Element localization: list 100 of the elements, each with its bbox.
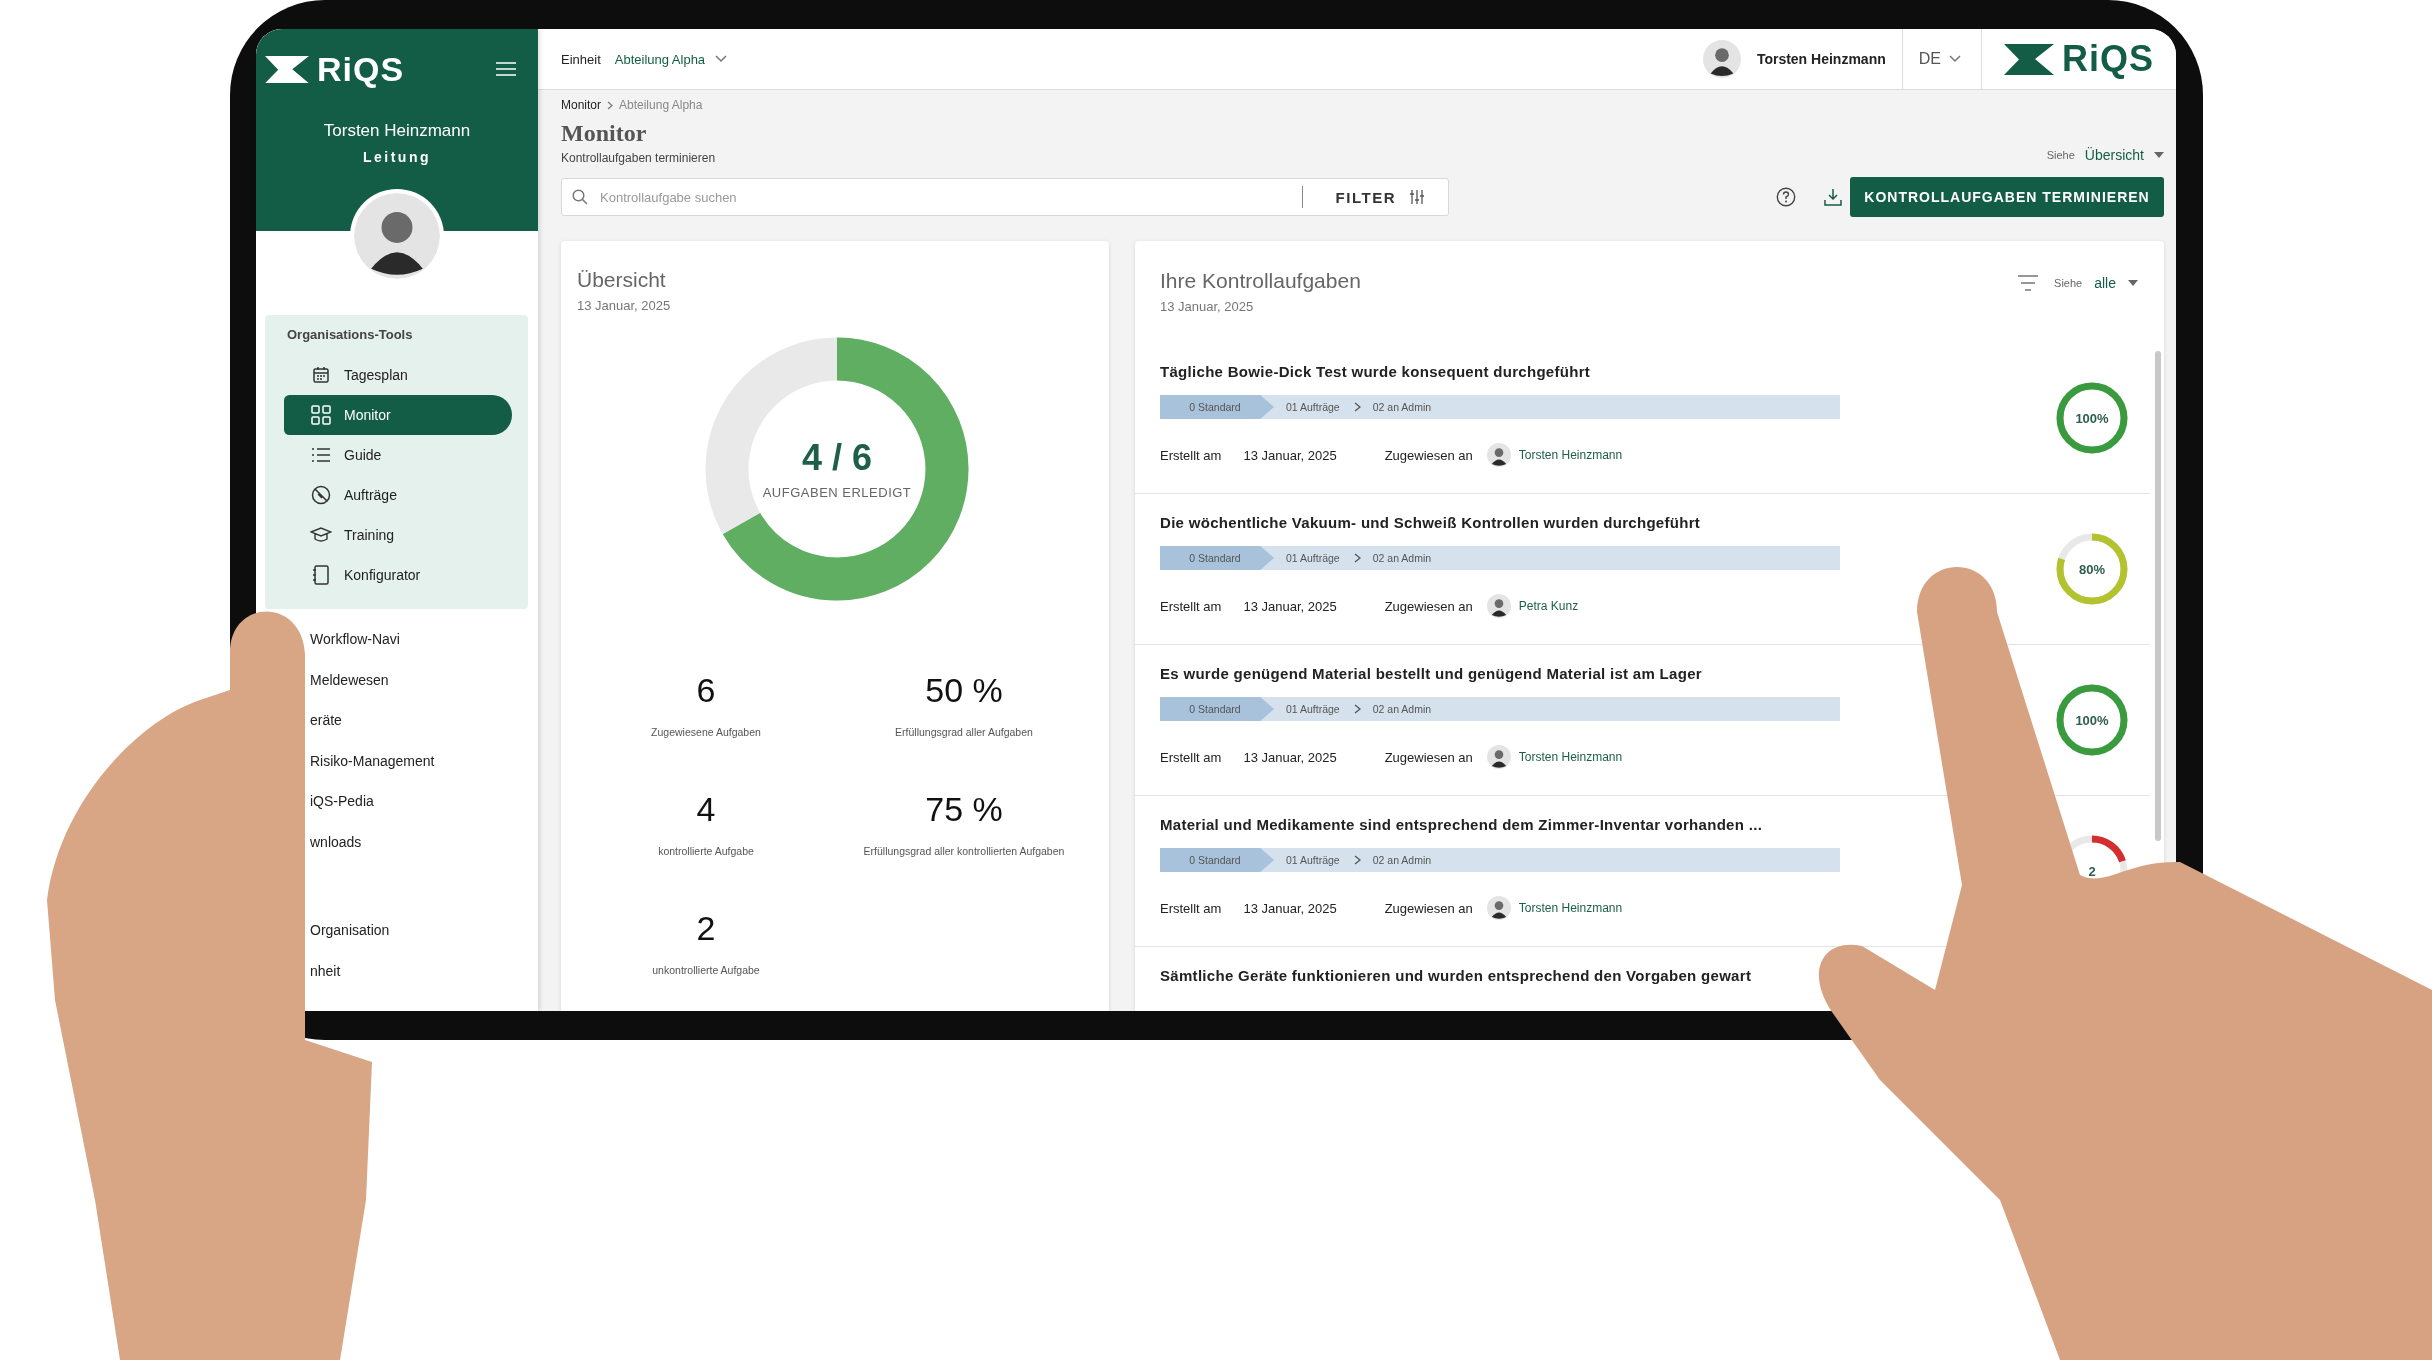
status-step: 02 an Admin: [1360, 848, 1446, 872]
status-step: 02 an Admin: [1360, 395, 1446, 419]
avatar: [1486, 745, 1511, 769]
chevron-right-icon: [1353, 704, 1361, 714]
sidebar-item[interactable]: iQS-Pedia: [310, 781, 538, 822]
user-name: Torsten Heinzmann: [1756, 51, 1886, 67]
sidebar-item[interactable]: wnloads: [310, 821, 538, 862]
status-step: 0 Standard: [1160, 697, 1274, 721]
status-step: 01 Aufträge: [1274, 697, 1354, 721]
sidebar-item[interactable]: Workflow-Navi: [310, 619, 538, 660]
progress-value: 100%: [2075, 712, 2109, 728]
avatar: [1486, 896, 1511, 920]
status-step: 0 Standard: [1160, 395, 1274, 419]
task-title[interactable]: Die wöchentliche Vakuum- und Schweiß Kontrollen wurden durchgeführt: [1160, 512, 1701, 534]
stat-label: kontrollierte Aufgabe: [658, 845, 754, 857]
caret-icon: [2128, 280, 2138, 286]
assigned-label: Zugewiesen an: [1384, 447, 1473, 463]
list-icon: [311, 447, 331, 463]
sliders-icon: [1410, 190, 1424, 204]
sidebar-item[interactable]: Risiko-Management: [310, 740, 538, 781]
page-subtitle: Kontrollaufgaben terminieren: [561, 151, 716, 165]
created-date: 13 Januar, 2025: [1243, 749, 1337, 765]
chevron-down-icon: [1949, 55, 1961, 63]
view-label: Siehe: [2046, 149, 2075, 161]
scrollbar[interactable]: [2155, 351, 2161, 841]
task-title[interactable]: Sämtliche Geräte funktionieren und wurden entsprechend den Vorgaben gewart: [1160, 965, 1752, 987]
donut-caption: AUFGABEN ERLEDIGT: [762, 485, 912, 500]
assignee-link[interactable]: Torsten Heinzmann: [1518, 448, 1623, 462]
status-step: 02 an Admin: [1360, 546, 1446, 570]
breadcrumb-link[interactable]: Monitor: [561, 98, 601, 112]
progress-value: 100%: [2075, 410, 2109, 426]
view-dropdown[interactable]: Übersicht: [2084, 147, 2144, 163]
avatar: [1486, 443, 1511, 467]
chevron-down-icon: [715, 55, 728, 63]
help-icon[interactable]: [1776, 187, 1796, 207]
chevron-right-icon: [607, 100, 613, 110]
user-name: Torsten Heinzmann: [323, 121, 471, 141]
created-label: Erstellt am: [1160, 447, 1222, 463]
stat-value: 50 %: [925, 671, 1003, 710]
assigned-label: Zugewiesen an: [1384, 598, 1473, 614]
progress-value: 80%: [2079, 561, 2105, 577]
status-step: 0 Standard: [1160, 546, 1274, 570]
card-date: 13 Januar, 2025: [1160, 299, 1255, 314]
logo: RiQS: [317, 49, 405, 89]
sidebar-item[interactable]: Tagesplan: [284, 355, 512, 395]
schedule-button[interactable]: KONTROLLAUFGABEN TERMINIEREN: [1850, 177, 2164, 217]
grid-icon: [311, 405, 331, 425]
sidebar-item[interactable]: Monitor: [284, 395, 512, 435]
slash-circle-icon: [311, 485, 331, 505]
chevron-right-icon: [1353, 855, 1361, 865]
assignee-link[interactable]: Torsten Heinzmann: [1518, 750, 1623, 764]
status-step: 01 Aufträge: [1274, 395, 1354, 419]
graduation-cap-icon: [310, 527, 332, 543]
user-role: Leitung: [362, 149, 431, 165]
sidebar-item[interactable]: Aufträge: [284, 475, 512, 515]
created-date: 13 Januar, 2025: [1243, 598, 1337, 614]
search-icon: [572, 189, 588, 205]
stat-value: 4: [696, 790, 716, 829]
chevron-right-icon: [1353, 402, 1361, 412]
avatar: [1702, 40, 1741, 78]
filter-lines-icon[interactable]: [2018, 275, 2039, 291]
task-title[interactable]: Tägliche Bowie-Dick Test wurde konsequent durchgeführt: [1160, 361, 1591, 383]
view-dropdown[interactable]: alle: [2094, 275, 2116, 291]
assigned-label: Zugewiesen an: [1384, 900, 1473, 916]
filter-button[interactable]: FILTER: [1312, 188, 1448, 206]
created-date: 13 Januar, 2025: [1243, 900, 1337, 916]
stat-label: Erfüllungsgrad aller Aufgaben: [895, 726, 1033, 738]
breadcrumb-item: Abteilung Alpha: [619, 98, 703, 112]
assignee-link[interactable]: Torsten Heinzmann: [1518, 901, 1623, 915]
donut-value: 4 / 6: [801, 437, 873, 479]
stat-value: 2: [696, 909, 716, 948]
download-icon[interactable]: [1824, 188, 1842, 206]
created-label: Erstellt am: [1160, 749, 1222, 765]
calendar-icon: [312, 366, 330, 384]
task-title[interactable]: Es wurde genügend Material bestellt und genügend Material ist am Lager: [1160, 663, 1702, 685]
stat-label: Zugewiesene Aufgaben: [651, 726, 761, 738]
language-dropdown[interactable]: DE: [1902, 50, 1981, 68]
caret-icon: [2154, 152, 2164, 158]
sidebar-item[interactable]: eräte: [310, 700, 538, 741]
page-title: Monitor: [561, 120, 648, 147]
menu-icon[interactable]: [496, 62, 516, 76]
search-field[interactable]: Kontrollaufgabe suchen FILTER: [561, 178, 1449, 216]
sidebar-item[interactable]: Organisation: [310, 910, 538, 951]
unit-dropdown[interactable]: Abteilung Alpha: [614, 51, 706, 67]
task-title[interactable]: Material und Medikamente sind entsprechend dem Zimmer-Inventar vorhanden ...: [1160, 814, 1763, 836]
sidebar-item[interactable]: Guide: [284, 435, 512, 475]
progress-value: 2: [2088, 863, 2096, 879]
chevron-right-icon: [1353, 553, 1361, 563]
avatar: [1486, 594, 1511, 618]
stat-label: unkontrollierte Aufgabe: [652, 964, 760, 976]
sidebar-item[interactable]: Konfigurator: [284, 555, 512, 595]
sidebar-item[interactable]: Training: [284, 515, 512, 555]
status-step: 01 Aufträge: [1274, 546, 1354, 570]
stat-value: 6: [696, 671, 716, 710]
logo: RiQS: [2062, 38, 2154, 80]
logo-icon: [2004, 43, 2054, 75]
assignee-link[interactable]: Petra Kunz: [1518, 599, 1579, 613]
notebook-icon: [313, 565, 329, 585]
sidebar-item[interactable]: Meldewesen: [310, 659, 538, 700]
sidebar-item[interactable]: nheit: [310, 950, 538, 991]
